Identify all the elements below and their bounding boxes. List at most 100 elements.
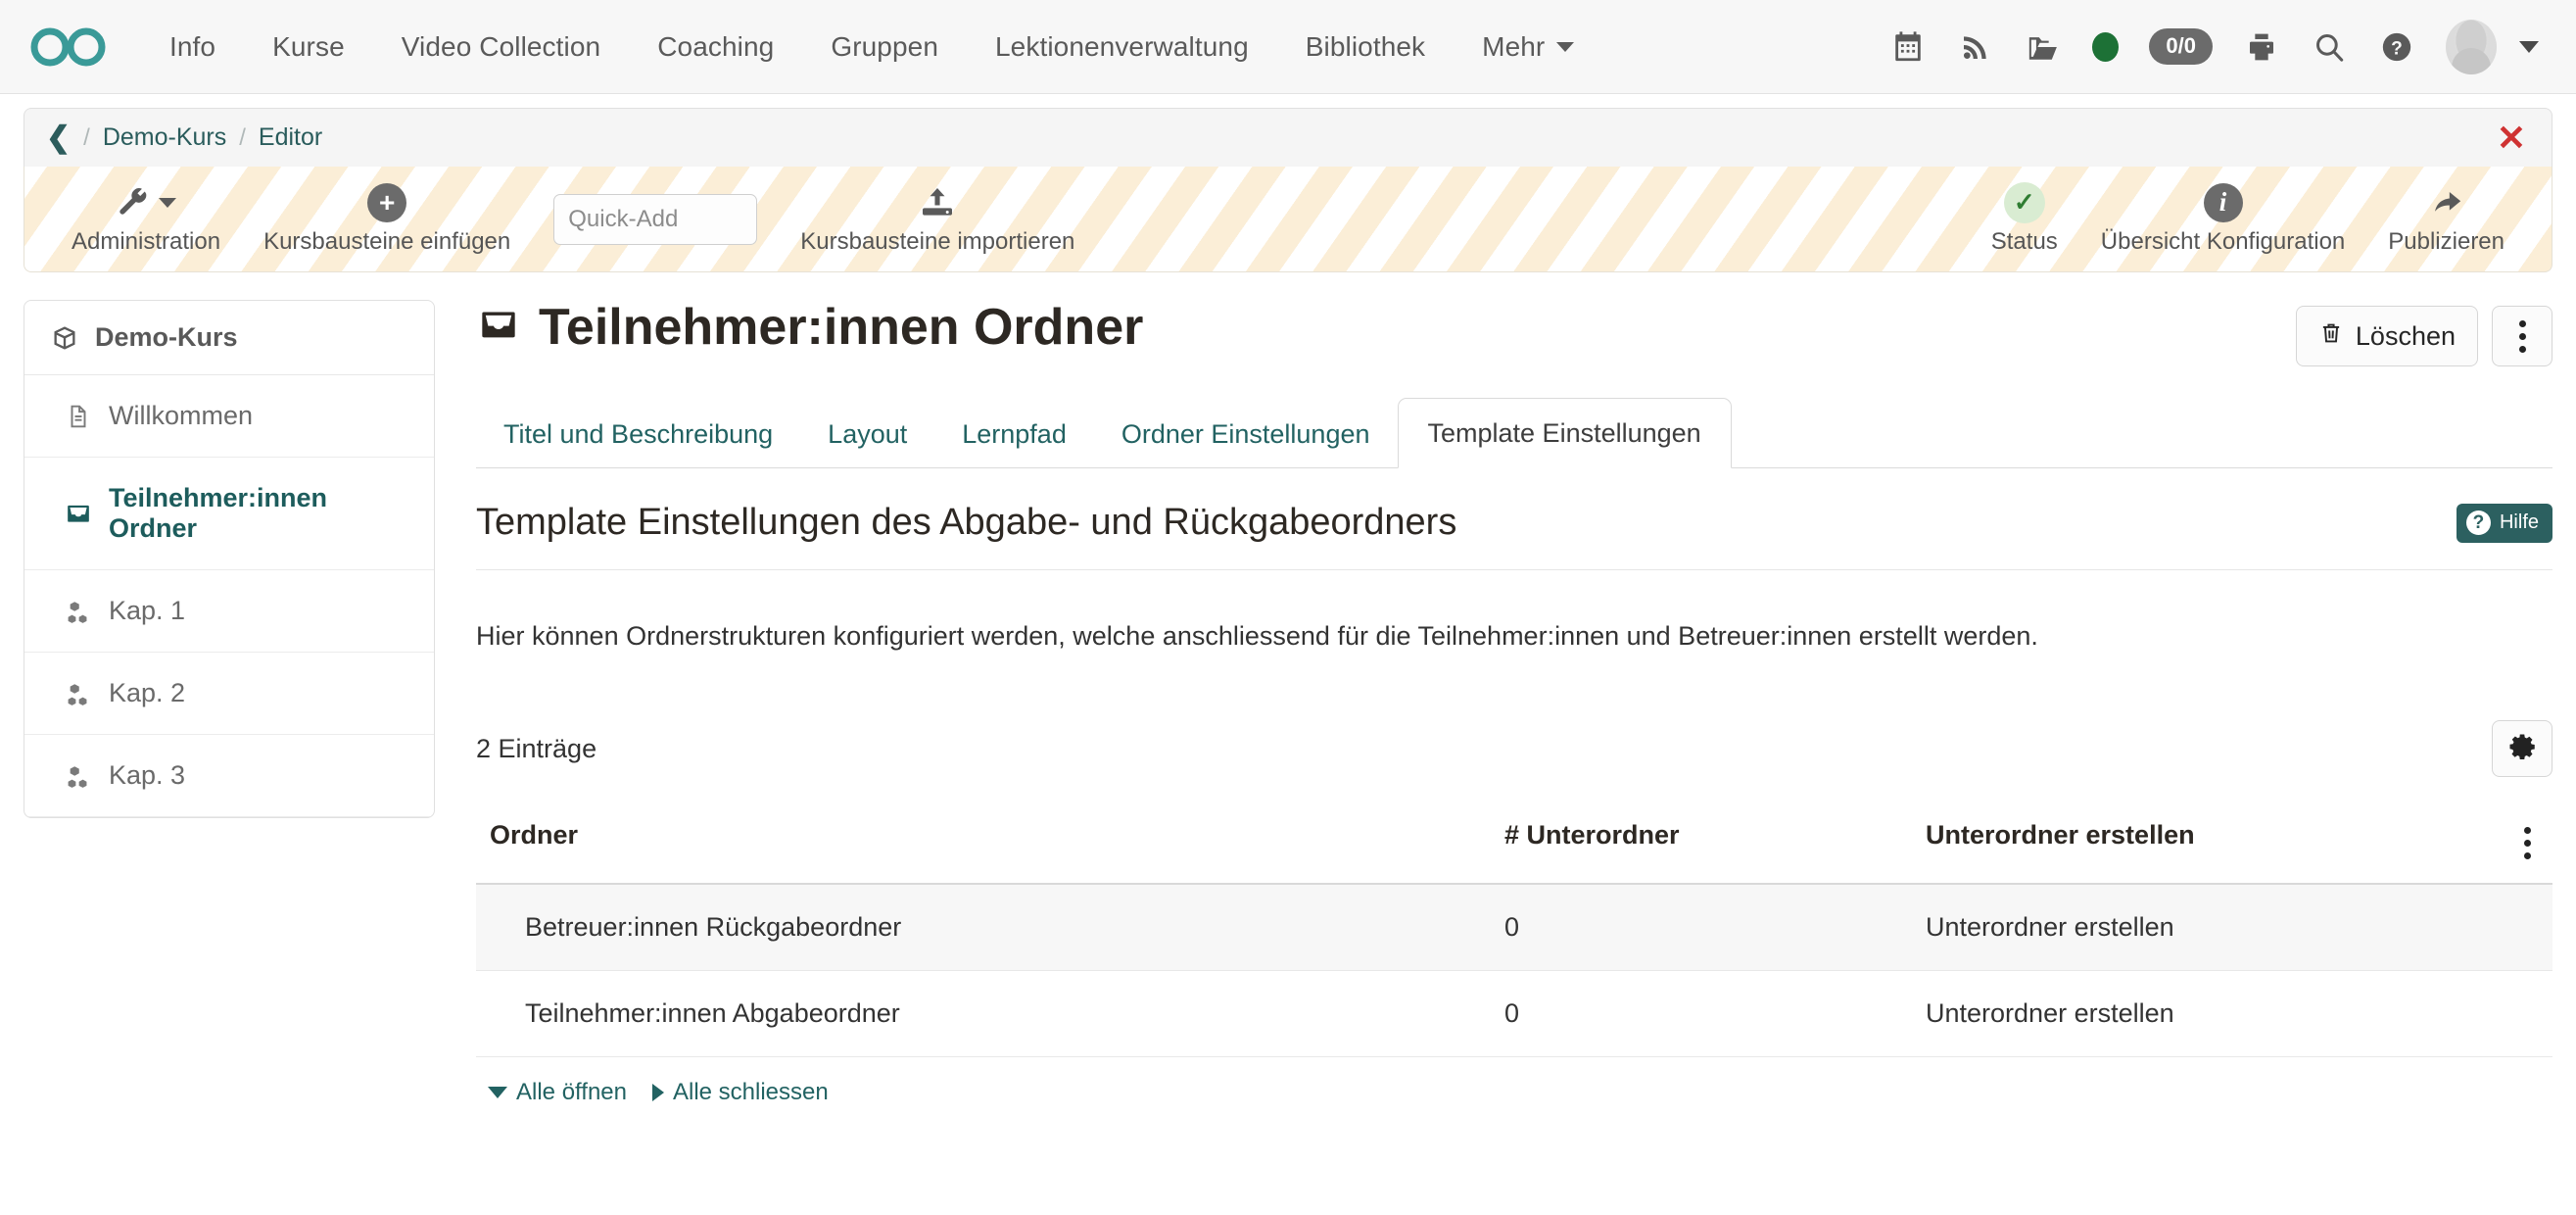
tab-titel-und-beschreibung[interactable]: Titel und Beschreibung (476, 421, 800, 467)
help-badge-label: Hilfe (2500, 511, 2539, 534)
toolbar-publish[interactable]: Publizieren (2366, 183, 2526, 256)
entries-row: 2 Einträge (476, 720, 2552, 777)
tree-actions: Alle öffnen Alle schliessen (476, 1079, 2552, 1106)
nav-item-lektionenverwaltung[interactable]: Lektionenverwaltung (967, 31, 1277, 63)
tab-layout[interactable]: Layout (800, 421, 934, 467)
presence-dot-icon[interactable] (2092, 32, 2119, 62)
nav-item-mehr-label: Mehr (1482, 31, 1545, 63)
cell-create-subfolder-link[interactable]: Unterordner erstellen (1926, 971, 2474, 1057)
course-box-icon (50, 323, 79, 353)
table-row[interactable]: Teilnehmer:innen Abgabeordner 0 Unterord… (476, 971, 2552, 1057)
help-badge[interactable]: ? Hilfe (2457, 504, 2552, 543)
calendar-icon[interactable] (1889, 27, 1927, 67)
sidebar-header-label: Demo-Kurs (95, 322, 238, 353)
blocks-icon (64, 679, 93, 708)
page-title: Teilnehmer:innen Ordner (476, 300, 1143, 356)
column-header-unterordner-erstellen[interactable]: Unterordner erstellen (1926, 810, 2474, 884)
toolbar-insert-course-element[interactable]: + Kursbausteine einfügen (242, 183, 532, 256)
nav-item-mehr[interactable]: Mehr (1454, 31, 1602, 63)
nav-item-gruppen[interactable]: Gruppen (802, 31, 967, 63)
toolbar-publish-label: Publizieren (2388, 228, 2504, 256)
nav-item-info[interactable]: Info (141, 31, 244, 63)
course-sidebar: Demo-Kurs Willkommen Teilnehmer:innen Or… (24, 300, 435, 818)
share-arrow-icon (2428, 183, 2465, 222)
nav-item-coaching[interactable]: Coaching (629, 31, 802, 63)
nav-item-video-collection[interactable]: Video Collection (373, 31, 629, 63)
close-icon[interactable]: ✕ (2497, 121, 2526, 156)
expand-all-link[interactable]: Alle öffnen (488, 1079, 627, 1106)
cell-row-menu (2474, 971, 2552, 1057)
avatar[interactable] (2446, 20, 2497, 74)
breadcrumb: ❮ / Demo-Kurs / Editor ✕ (24, 108, 2552, 167)
cell-create-subfolder-link[interactable]: Unterordner erstellen (1926, 884, 2474, 971)
blocks-icon (64, 597, 93, 626)
table-head: Ordner # Unterordner Unterordner erstell… (476, 810, 2552, 884)
breadcrumb-item-demo-kurs[interactable]: Demo-Kurs (103, 123, 226, 152)
folder-open-icon[interactable] (2025, 27, 2062, 67)
sidebar-item-kap-1-label: Kap. 1 (109, 596, 185, 626)
help-icon[interactable]: ? (2378, 27, 2415, 67)
settings-tabs: Titel und Beschreibung Layout Lernpfad O… (476, 402, 2552, 468)
page-more-menu-button[interactable] (2492, 306, 2552, 366)
column-header-unterordner-count[interactable]: # Unterordner (1504, 810, 1926, 884)
gear-icon (2507, 732, 2537, 766)
cell-unterordner-count: 0 (1504, 971, 1926, 1057)
breadcrumb-item-editor[interactable]: Editor (259, 123, 322, 152)
column-header-ordner[interactable]: Ordner (476, 810, 1504, 884)
main-nav: Info Kurse Video Collection Coaching Gru… (141, 31, 1602, 63)
printer-icon[interactable] (2243, 27, 2280, 67)
toolbar-import-course-element[interactable]: Kursbausteine importieren (779, 183, 1096, 256)
chevron-left-icon[interactable]: ❮ (46, 123, 71, 153)
table-row[interactable]: Betreuer:innen Rückgabeordner 0 Unterord… (476, 884, 2552, 971)
nav-item-bibliothek[interactable]: Bibliothek (1277, 31, 1454, 63)
avatar-chevron-down-icon[interactable] (2519, 41, 2539, 53)
toolbar-configuration-label: Übersicht Konfiguration (2101, 228, 2345, 256)
sidebar-item-teilnehmer-innen-ordner[interactable]: Teilnehmer:innen Ordner (24, 458, 434, 570)
tab-ordner-einstellungen[interactable]: Ordner Einstellungen (1094, 421, 1398, 467)
toolbar-configuration-overview[interactable]: i Übersicht Konfiguration (2079, 183, 2366, 256)
sidebar-item-kap-2[interactable]: Kap. 2 (24, 653, 434, 735)
sidebar-item-demo-kurs[interactable]: Demo-Kurs (24, 301, 434, 375)
check-circle-icon: ✓ (2004, 182, 2045, 223)
plus-circle-icon: + (367, 183, 406, 222)
sidebar-item-kap-3[interactable]: Kap. 3 (24, 735, 434, 817)
kebab-menu-icon (2519, 320, 2526, 353)
tab-template-einstellungen[interactable]: Template Einstellungen (1398, 398, 1732, 468)
cell-unterordner-count: 0 (1504, 884, 1926, 971)
info-circle-icon: i (2204, 183, 2243, 222)
content-header: Template Einstellungen des Abgabe- und R… (476, 468, 2552, 570)
table-settings-button[interactable] (2492, 720, 2552, 777)
toolbar-administration[interactable]: Administration (50, 183, 242, 256)
breadcrumb-separator-1: / (83, 124, 90, 152)
toolbar-insert-label: Kursbausteine einfügen (263, 228, 510, 256)
ratio-badge[interactable]: 0/0 (2149, 28, 2213, 65)
search-icon[interactable] (2311, 27, 2348, 67)
infinity-logo[interactable] (27, 21, 112, 73)
nav-item-kurse[interactable]: Kurse (244, 31, 373, 63)
page-icon (64, 402, 93, 431)
chevron-down-icon (159, 198, 176, 208)
table-menu-button[interactable] (2474, 810, 2552, 884)
toolbar-status[interactable]: ✓ Status (1970, 183, 2079, 256)
quick-add-input[interactable] (553, 194, 757, 245)
page-header: Teilnehmer:innen Ordner Löschen (476, 300, 2552, 366)
table-header-row: Ordner # Unterordner Unterordner erstell… (476, 810, 2552, 884)
tab-lernpfad[interactable]: Lernpfad (934, 421, 1094, 467)
content-description: Hier können Ordnerstrukturen konfigurier… (476, 570, 2552, 652)
top-navbar: Info Kurse Video Collection Coaching Gru… (0, 0, 2576, 94)
entries-count: 2 Einträge (476, 734, 596, 764)
collapse-all-link[interactable]: Alle schliessen (652, 1079, 829, 1106)
sidebar-item-kap-1[interactable]: Kap. 1 (24, 570, 434, 653)
cell-ordner: Betreuer:innen Rückgabeordner (476, 884, 1504, 971)
toolbar-import-label: Kursbausteine importieren (800, 228, 1074, 256)
table-body: Betreuer:innen Rückgabeordner 0 Unterord… (476, 884, 2552, 1057)
expand-all-label: Alle öffnen (516, 1079, 627, 1106)
sidebar-item-kap-3-label: Kap. 3 (109, 760, 185, 791)
trash-icon (2318, 319, 2344, 354)
sidebar-item-willkommen[interactable]: Willkommen (24, 375, 434, 458)
delete-button[interactable]: Löschen (2296, 306, 2478, 366)
triangle-right-icon (652, 1084, 664, 1101)
rss-icon[interactable] (1957, 27, 1994, 67)
inbox-tray-icon (64, 499, 93, 528)
blocks-icon (64, 761, 93, 791)
